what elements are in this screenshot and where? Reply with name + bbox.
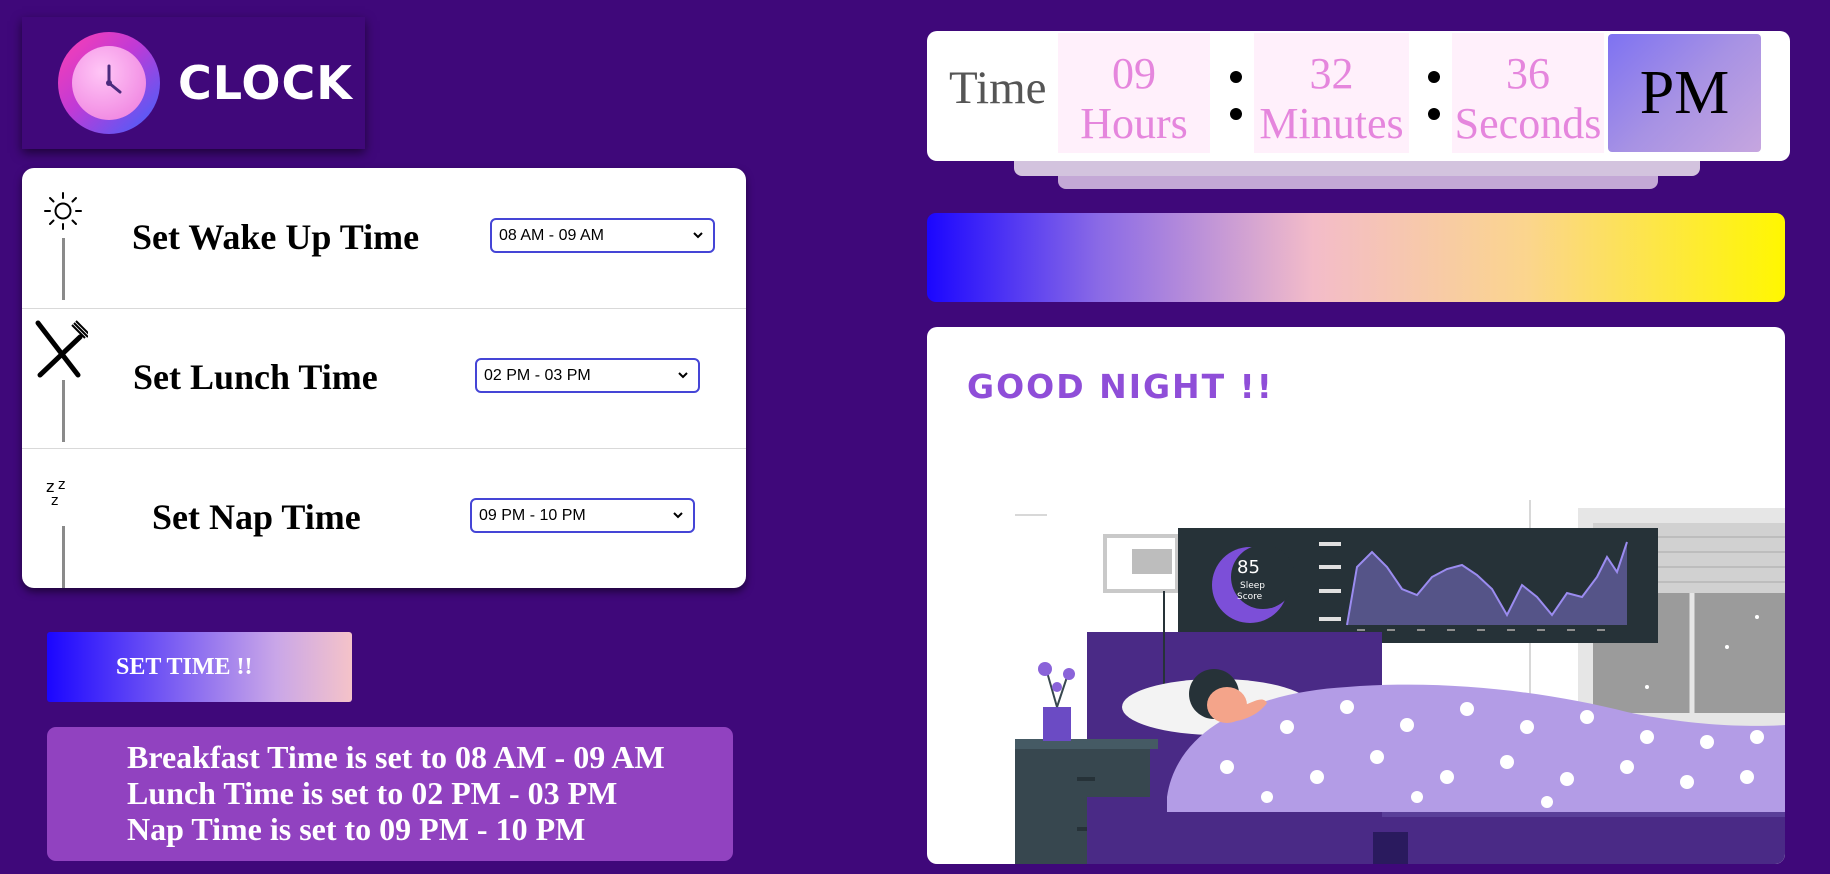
timeline-line: [62, 238, 65, 300]
hours-value: 09: [1112, 49, 1156, 98]
ampm-indicator: PM: [1608, 34, 1761, 152]
chevron-down-icon: [673, 512, 683, 519]
chevron-down-icon: [693, 232, 703, 239]
nap-select[interactable]: 09 PM - 10 PM: [470, 498, 695, 533]
clock-logo-icon: [58, 32, 160, 134]
hours-label: Hours: [1080, 99, 1188, 148]
summary-line-lunch: Lunch Time is set to 02 PM - 03 PM: [127, 775, 618, 811]
sleep-illustration: GOOD NIGHT !! 85 Sleep Score: [927, 327, 1785, 864]
colon-separator: [1230, 71, 1244, 131]
nap-label: Set Nap Time: [152, 497, 361, 537]
timeline-line: [62, 526, 65, 588]
lunch-select-value: 02 PM - 03 PM: [484, 366, 591, 384]
sun-icon: [44, 192, 82, 230]
wake-up-row: Set Wake Up Time 08 AM - 09 AM: [22, 168, 746, 309]
lunch-select[interactable]: 02 PM - 03 PM: [475, 358, 700, 393]
zzz-icon: z z z: [46, 477, 65, 509]
svg-text:z: z: [51, 493, 58, 509]
schedule-summary: Breakfast Time is set to 08 AM - 09 AM L…: [47, 727, 733, 861]
schedule-card: Set Wake Up Time 08 AM - 09 AM Set Lunch…: [22, 168, 746, 588]
bedroom-scene-image: 85 Sleep Score: [1015, 500, 1785, 864]
nap-row: z z z Set Nap Time 09 PM - 10 PM: [22, 448, 746, 588]
seconds-value: 36: [1506, 49, 1550, 98]
chevron-down-icon: [678, 372, 688, 379]
set-time-button[interactable]: SET TIME !!: [47, 632, 352, 702]
lunch-label: Set Lunch Time: [133, 357, 378, 397]
hours-box: 09 Hours: [1058, 33, 1210, 153]
minutes-box: 32 Minutes: [1254, 33, 1409, 153]
seconds-label: Seconds: [1454, 99, 1602, 148]
wake-up-select[interactable]: 08 AM - 09 AM: [490, 218, 715, 253]
clock-label: Time: [949, 62, 1047, 114]
nap-select-value: 09 PM - 10 PM: [479, 506, 586, 524]
svg-text:Sleep: Sleep: [1240, 581, 1265, 591]
svg-text:z: z: [58, 477, 65, 493]
timeline-line: [62, 380, 65, 442]
fork-knife-icon: [35, 320, 88, 378]
logo-text: CLOCK: [178, 56, 353, 110]
minutes-label: Minutes: [1259, 99, 1404, 148]
wake-up-label: Set Wake Up Time: [132, 217, 420, 257]
app-logo: CLOCK: [22, 17, 365, 149]
colon-separator: [1428, 71, 1442, 131]
summary-line-nap: Nap Time is set to 09 PM - 10 PM: [127, 811, 586, 847]
lunch-row: Set Lunch Time 02 PM - 03 PM: [22, 308, 746, 449]
sleep-score-value: 85: [1237, 557, 1260, 578]
wake-up-select-value: 08 AM - 09 AM: [499, 226, 604, 244]
gradient-bar: [927, 213, 1785, 302]
minutes-value: 32: [1309, 49, 1354, 98]
clock-display: Time 09 Hours 32 Minutes 36 Seconds PM: [927, 31, 1790, 161]
seconds-box: 36 Seconds: [1452, 33, 1604, 153]
summary-line-breakfast: Breakfast Time is set to 08 AM - 09 AM: [127, 739, 665, 775]
svg-text:Score: Score: [1237, 592, 1263, 602]
